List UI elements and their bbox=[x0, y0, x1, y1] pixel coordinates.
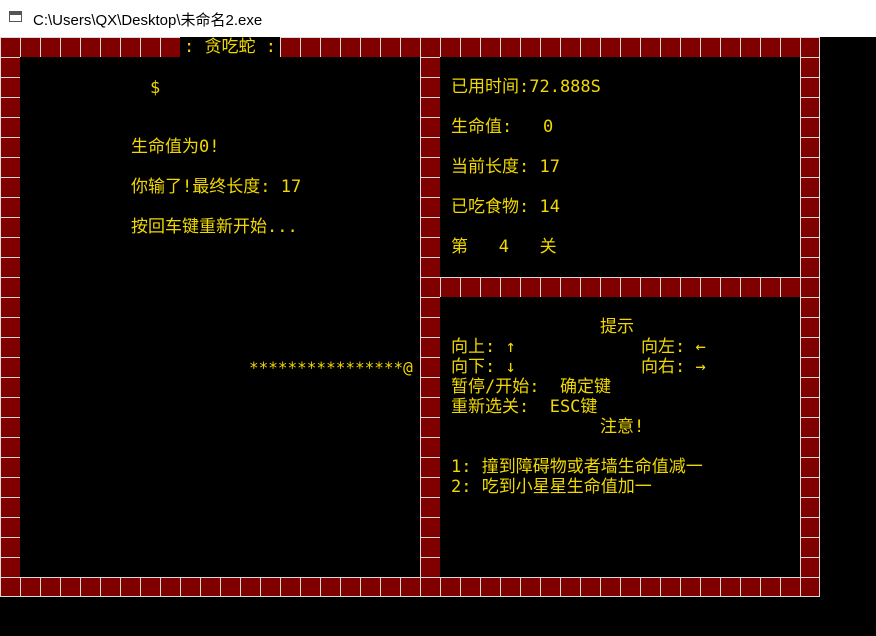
tip-rule-2: 2: 吃到小星星生命值加一 bbox=[451, 477, 652, 497]
food-item: $ bbox=[150, 78, 161, 98]
game-field bbox=[20, 57, 420, 577]
game-over-message: 你输了!最终长度: 17 bbox=[131, 177, 302, 197]
tip-right: 向右: → bbox=[641, 357, 706, 377]
tip-rule-1: 1: 撞到障碍物或者墙生命值减一 bbox=[451, 457, 703, 477]
level-indicator: 第 4 关 bbox=[451, 237, 557, 257]
tip-select-level: 重新选关: ESC键 bbox=[451, 397, 598, 417]
console-app-icon bbox=[9, 11, 22, 22]
restart-message: 按回车键重新开始... bbox=[131, 217, 298, 237]
tips-note: 注意! bbox=[600, 417, 645, 437]
current-length: 当前长度: 17 bbox=[451, 157, 560, 177]
life-zero-message: 生命值为0! bbox=[131, 137, 220, 157]
window-titlebar: C:\Users\QX\Desktop\未命名2.exe bbox=[0, 0, 876, 37]
tip-down: 向下: ↓ bbox=[451, 357, 516, 377]
tip-up: 向上: ↑ bbox=[451, 337, 516, 357]
tip-pause: 暂停/开始: 确定键 bbox=[451, 377, 611, 397]
elapsed-time: 已用时间:72.888S bbox=[451, 77, 601, 97]
life-value: 生命值: 0 bbox=[451, 117, 554, 137]
food-eaten: 已吃食物: 14 bbox=[451, 197, 560, 217]
console-area: : 贪吃蛇 : $ 生命值为0! 你输了!最终长度: 17 按回车键重新开始..… bbox=[0, 37, 876, 636]
game-title: : 贪吃蛇 : bbox=[180, 37, 280, 57]
tip-left: 向左: ← bbox=[641, 337, 706, 357]
window-title: C:\Users\QX\Desktop\未命名2.exe bbox=[33, 12, 263, 29]
snake-body: ****************@ bbox=[249, 358, 413, 377]
tips-header: 提示 bbox=[600, 317, 634, 337]
